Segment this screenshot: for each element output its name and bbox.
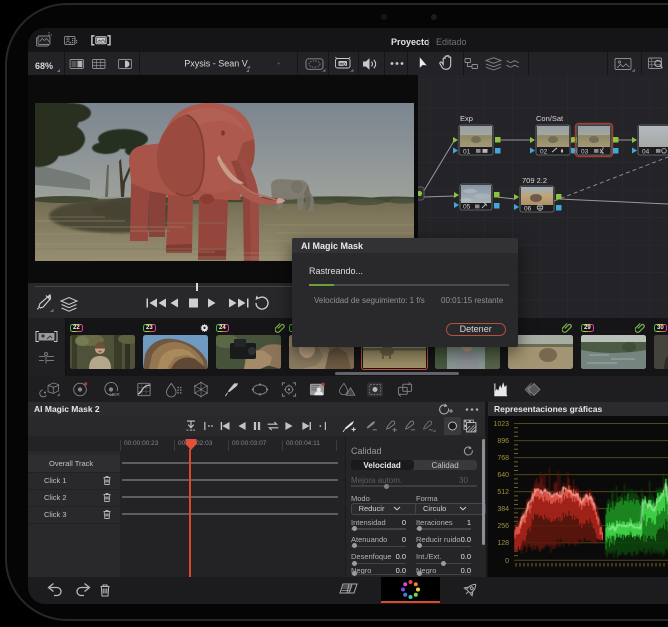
svg-text:HQ: HQ [339,61,346,66]
svg-text:05: 05 [463,204,471,211]
svg-text:Pxysis - Sean V: Pxysis - Sean V [184,59,248,69]
svg-text:512: 512 [497,489,509,496]
svg-text:640: 640 [497,472,509,479]
svg-text:709 2.2: 709 2.2 [522,176,547,185]
svg-text:768: 768 [497,455,509,462]
svg-text:1023: 1023 [493,421,509,428]
svg-text:02: 02 [540,149,548,156]
svg-text:384: 384 [497,506,509,513]
svg-text:04: 04 [642,149,650,156]
svg-text:Exp: Exp [460,114,473,123]
svg-text:128: 128 [497,540,509,547]
svg-text:256: 256 [497,523,509,530]
svg-text:03: 03 [581,149,589,156]
svg-text:0: 0 [505,558,509,565]
svg-text:Con/Sat: Con/Sat [536,114,564,123]
svg-text:01: 01 [463,149,471,156]
svg-text:896: 896 [497,438,509,445]
svg-text:HDR: HDR [110,392,120,397]
svg-text:06: 06 [524,206,532,213]
